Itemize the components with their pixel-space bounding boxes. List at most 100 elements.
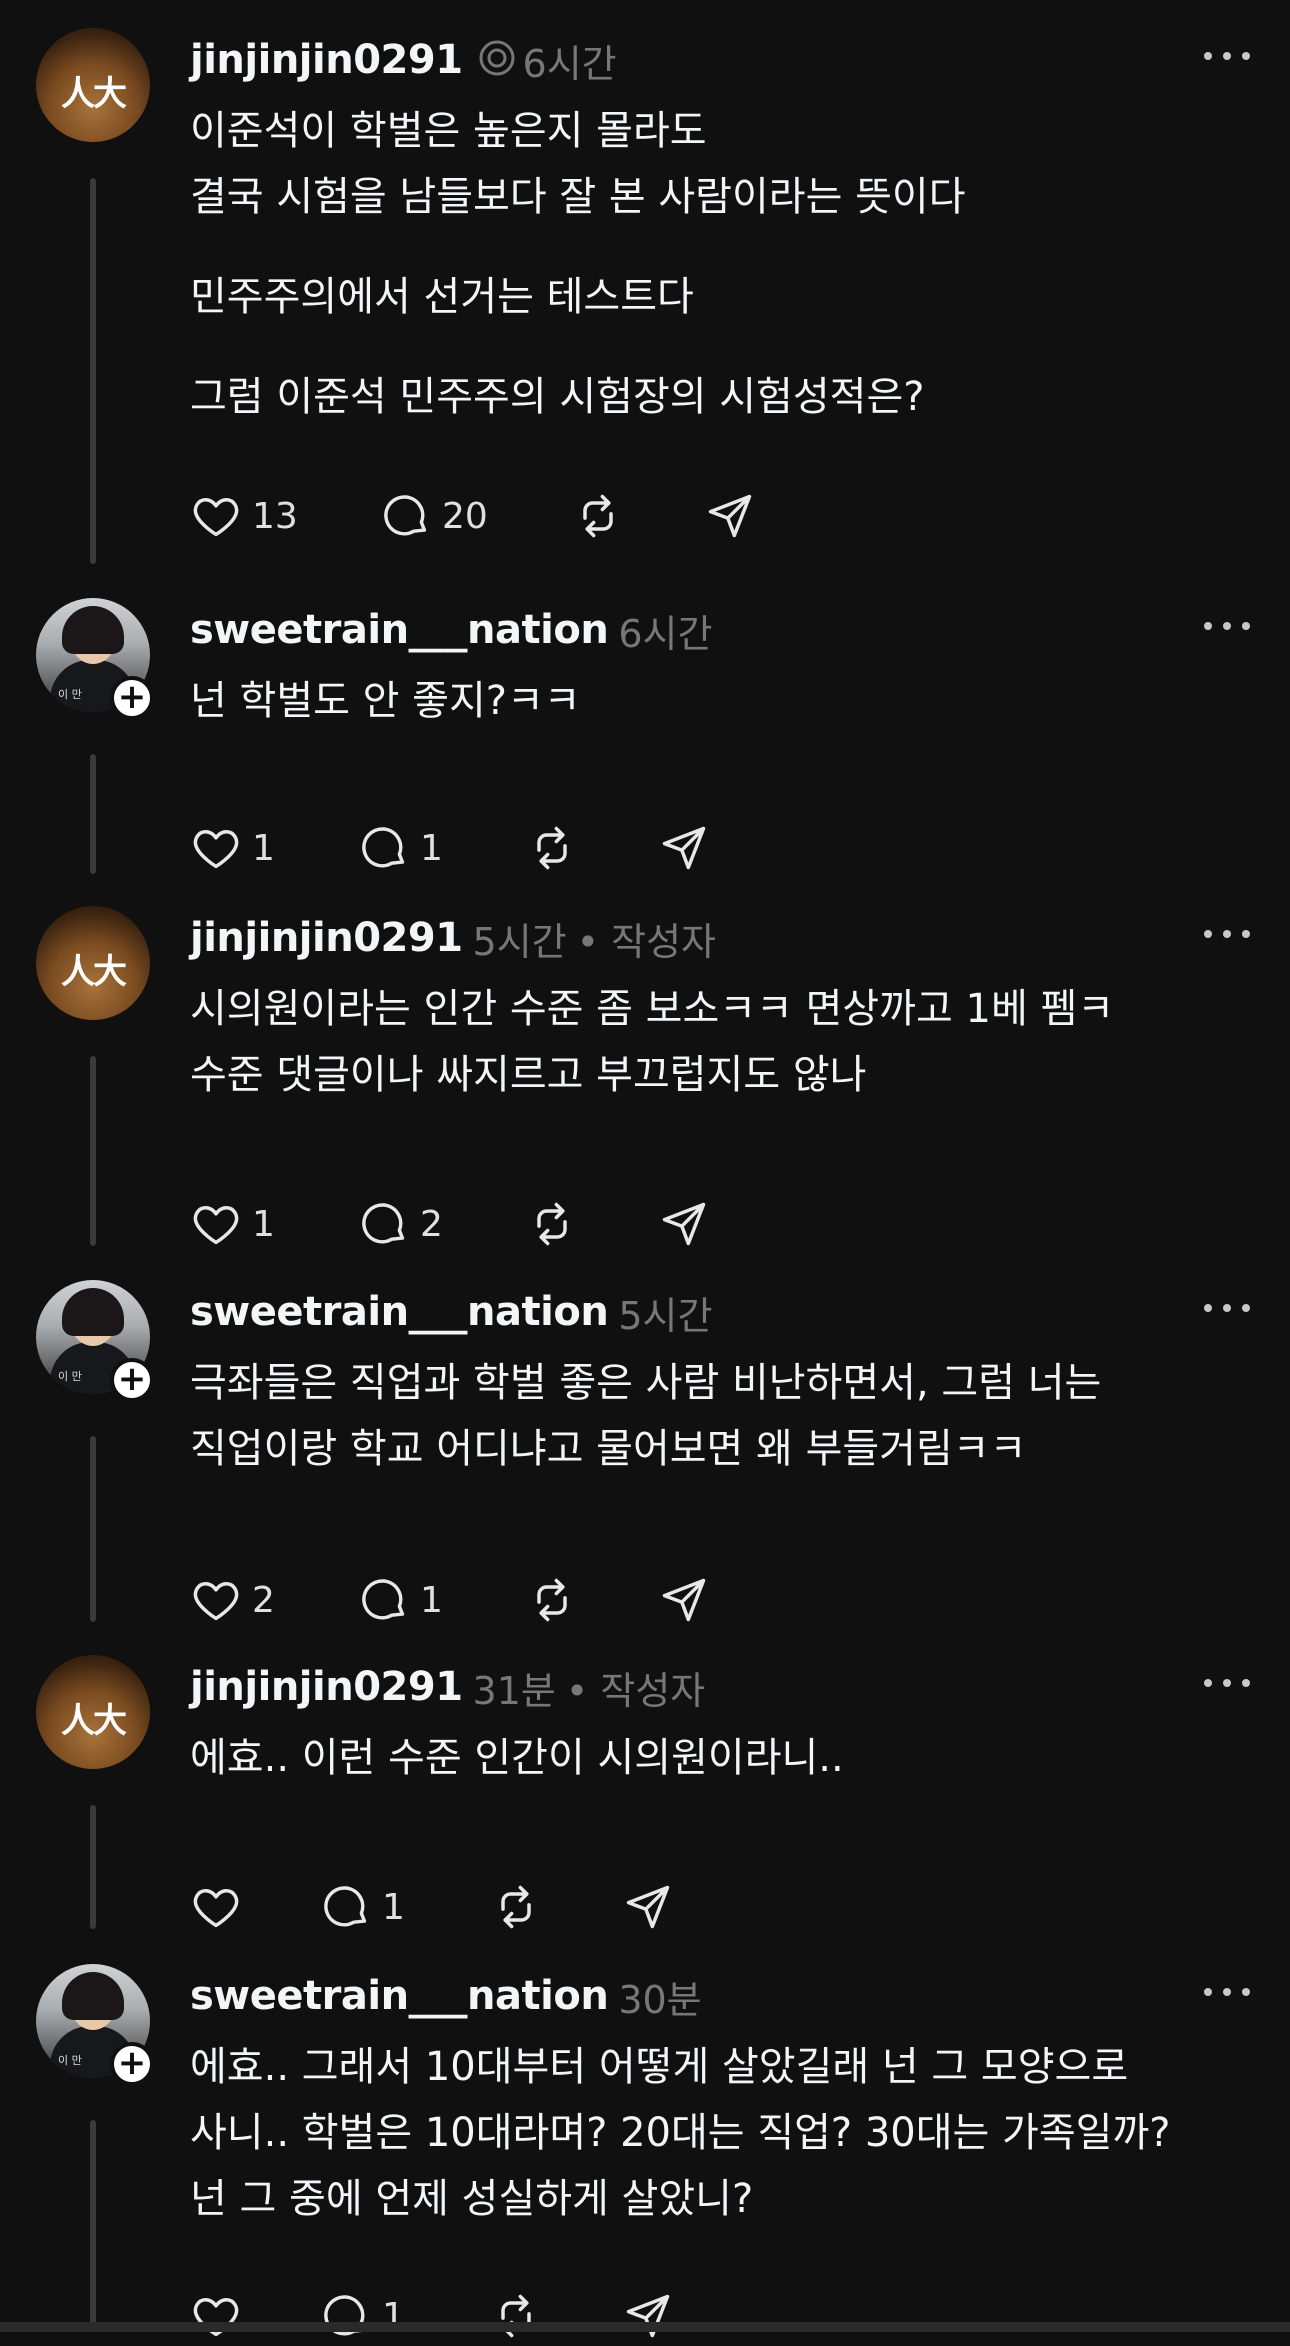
reply-count: 2 — [420, 1203, 443, 1245]
username[interactable]: jinjinjin0291 — [190, 915, 463, 961]
avatar-logo: 人大 — [61, 1701, 127, 1741]
send-icon — [626, 1885, 670, 1929]
send-icon — [662, 1578, 706, 1622]
post-header: sweetrain___nation 6시간 — [190, 604, 712, 656]
avatar[interactable]: 人大 — [36, 28, 150, 142]
repost-button[interactable] — [572, 486, 624, 546]
send-icon — [708, 494, 752, 538]
repost-icon — [537, 1202, 567, 1246]
post-time: 6시간 — [522, 41, 617, 86]
post-text: 에효.. 이런 수준 인간이 시의원이라니.. — [190, 1725, 1240, 1791]
thread-line — [90, 2120, 96, 2330]
author-tag: • 작성자 — [565, 1668, 706, 1713]
repost-button[interactable] — [526, 1194, 578, 1254]
post-text: 넌 학벌도 안 좋지?ㅋㅋ — [190, 668, 1240, 734]
like-count: 1 — [252, 827, 275, 869]
post-text-line: 결국 시험을 남들보다 잘 본 사람이라는 뜻이다 — [190, 174, 966, 220]
thread-line — [90, 178, 96, 564]
like-button[interactable]: 2 — [190, 1570, 275, 1630]
like-button[interactable]: 13 — [190, 486, 298, 546]
post-text-line: 시의원이라는 인간 수준 좀 보소ㅋㅋ 면상까고 1베 펨ㅋ — [190, 986, 1115, 1032]
reply-button[interactable]: 1 — [320, 2286, 405, 2346]
like-button[interactable]: 1 — [190, 1194, 275, 1254]
follow-plus-icon[interactable]: + — [110, 2042, 154, 2086]
post-text-line: 수준 댓글이나 싸지르고 부끄럽지도 않나 — [190, 1052, 867, 1098]
reply-count: 1 — [420, 1579, 443, 1621]
more-icon[interactable] — [1204, 1679, 1250, 1691]
post-text: 이준석이 학벌은 높은지 몰라도 결국 시험을 남들보다 잘 본 사람이라는 뜻… — [190, 98, 1240, 430]
comment-icon — [362, 827, 405, 868]
share-button[interactable] — [658, 1570, 710, 1630]
bottom-edge — [0, 2322, 1290, 2332]
follow-plus-icon[interactable]: + — [110, 676, 154, 720]
post-time: 31분 — [472, 1668, 556, 1713]
post-text-line: 민주주의에서 선거는 테스트다 — [190, 274, 694, 320]
more-icon[interactable] — [1204, 52, 1250, 64]
heart-icon — [193, 1582, 239, 1621]
heart-icon — [193, 2298, 239, 2337]
send-icon — [626, 2294, 670, 2338]
comment-icon — [384, 495, 427, 536]
repost-icon — [537, 826, 567, 870]
avatar-logo: 人大 — [61, 952, 127, 992]
comment-icon — [362, 1203, 405, 1244]
avatar[interactable]: 人大 — [36, 906, 150, 1020]
like-button[interactable] — [190, 1877, 252, 1937]
post-header: sweetrain___nation 5시간 — [190, 1286, 712, 1338]
username[interactable]: sweetrain___nation — [190, 1973, 609, 2019]
threads-icon — [477, 38, 517, 82]
username[interactable]: jinjinjin0291 — [190, 37, 463, 83]
repost-icon — [537, 1578, 567, 1622]
post-text-line: 에효.. 그래서 10대부터 어떻게 살았길래 넌 그 모양으로 — [190, 2044, 1129, 2090]
reply-button[interactable]: 20 — [380, 486, 488, 546]
post-header: jinjinjin0291 31분 • 작성자 — [190, 1661, 705, 1713]
more-icon[interactable] — [1204, 930, 1250, 942]
reply-button[interactable]: 1 — [358, 1570, 443, 1630]
heart-icon — [193, 498, 239, 537]
thread-line — [90, 1805, 96, 1929]
thread-line — [90, 1056, 96, 1246]
like-count: 13 — [252, 495, 298, 537]
reply-count: 20 — [442, 495, 488, 537]
repost-button[interactable] — [526, 818, 578, 878]
share-button[interactable] — [622, 1877, 674, 1937]
more-icon[interactable] — [1204, 1988, 1250, 2000]
more-icon[interactable] — [1204, 1304, 1250, 1316]
reply-button[interactable]: 1 — [358, 818, 443, 878]
avatar-tag: 이 만 — [58, 688, 82, 701]
post-text-line: 에효.. 이런 수준 인간이 시의원이라니.. — [190, 1735, 844, 1781]
share-button[interactable] — [704, 486, 756, 546]
post-text: 시의원이라는 인간 수준 좀 보소ㅋㅋ 면상까고 1베 펨ㅋ 수준 댓글이나 싸… — [190, 976, 1240, 1108]
like-count: 1 — [252, 1203, 275, 1245]
send-icon — [662, 826, 706, 870]
like-button[interactable]: 1 — [190, 818, 275, 878]
post-header: jinjinjin0291 5시간 • 작성자 — [190, 912, 716, 964]
like-button[interactable] — [190, 2286, 252, 2346]
share-button[interactable] — [658, 818, 710, 878]
like-count: 2 — [252, 1579, 275, 1621]
avatar[interactable]: 人大 — [36, 1655, 150, 1769]
repost-button[interactable] — [490, 1877, 542, 1937]
post-text-line: 극좌들은 직업과 학벌 좋은 사람 비난하면서, 그럼 너는 — [190, 1360, 1102, 1406]
username[interactable]: jinjinjin0291 — [190, 1664, 463, 1710]
username[interactable]: sweetrain___nation — [190, 607, 609, 653]
reply-count: 1 — [382, 1886, 405, 1928]
repost-button[interactable] — [490, 2286, 542, 2346]
post-text-line: 그럼 이준석 민주주의 시험장의 시험성적은? — [190, 374, 925, 420]
thread-line — [90, 754, 96, 874]
more-icon[interactable] — [1204, 622, 1250, 634]
reply-button[interactable]: 1 — [320, 1877, 405, 1937]
post-time: 6시간 — [618, 611, 713, 656]
share-button[interactable] — [622, 2286, 674, 2346]
follow-plus-icon[interactable]: + — [110, 1358, 154, 1402]
post-time: 5시간 — [618, 1293, 713, 1338]
reply-button[interactable]: 2 — [358, 1194, 443, 1254]
username[interactable]: sweetrain___nation — [190, 1289, 609, 1335]
repost-icon — [501, 1885, 531, 1929]
post-header: sweetrain___nation 30분 — [190, 1970, 702, 2022]
repost-button[interactable] — [526, 1570, 578, 1630]
avatar-logo: 人大 — [61, 74, 127, 114]
avatar-tag: 이 만 — [58, 2054, 82, 2067]
post-text-line: 넌 학벌도 안 좋지?ㅋㅋ — [190, 678, 581, 724]
share-button[interactable] — [658, 1194, 710, 1254]
